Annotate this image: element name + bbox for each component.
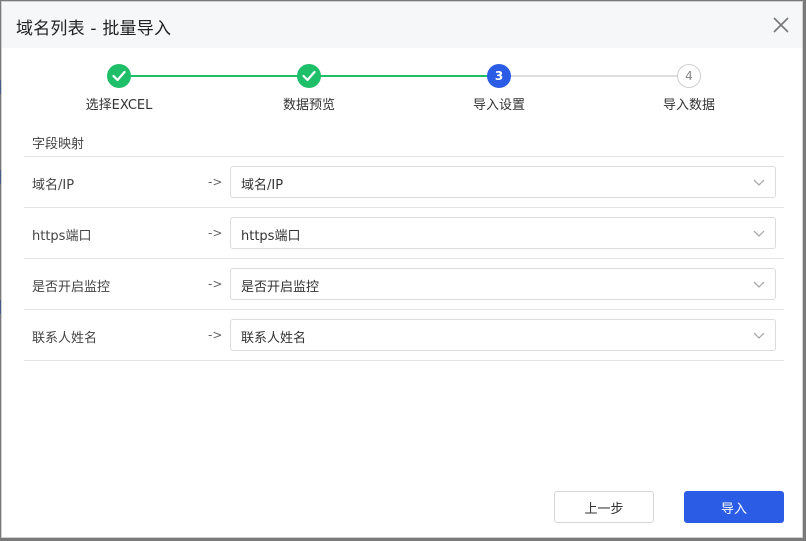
import-button[interactable]: 导入	[684, 491, 784, 523]
select-value: https端口	[241, 229, 301, 244]
mapping-row: 是否开启监控 -> 是否开启监控	[24, 259, 784, 310]
previous-step-button[interactable]: 上一步	[554, 491, 654, 523]
step-import-settings: 3 导入设置	[419, 62, 579, 113]
target-field-select[interactable]: 是否开启监控	[230, 268, 776, 300]
source-field-label: https端口	[32, 229, 92, 244]
field-mapping-table: 域名/IP -> 域名/IP https端口 -> https端口 是否开启监控…	[24, 156, 784, 361]
mapping-row: 联系人姓名 -> 联系人姓名	[24, 310, 784, 361]
chevron-down-icon	[753, 179, 765, 186]
check-icon	[302, 70, 316, 82]
source-field-label: 域名/IP	[32, 178, 75, 193]
close-icon[interactable]	[772, 16, 790, 34]
step-done-badge	[297, 64, 321, 88]
select-value: 域名/IP	[241, 178, 284, 193]
step-number-badge: 3	[487, 64, 511, 88]
step-label: 数据预览	[282, 98, 335, 113]
step-select-excel: 选择EXCEL	[39, 62, 199, 113]
step-label: 导入数据	[662, 98, 715, 113]
mapping-arrow: ->	[208, 328, 223, 342]
mapping-row: https端口 -> https端口	[24, 208, 784, 259]
mapping-arrow: ->	[208, 175, 223, 189]
source-field-label: 是否开启监控	[32, 280, 111, 295]
chevron-down-icon	[753, 332, 765, 339]
mapping-row: 域名/IP -> 域名/IP	[24, 157, 784, 208]
step-number-badge: 4	[677, 64, 701, 88]
chevron-down-icon	[753, 281, 765, 288]
check-icon	[112, 70, 126, 82]
source-field-label: 联系人姓名	[32, 331, 98, 346]
field-mapping-title: 字段映射	[32, 137, 85, 152]
select-value: 联系人姓名	[241, 331, 307, 346]
step-label: 导入设置	[472, 98, 525, 113]
step-import-data: 4 导入数据	[609, 62, 769, 113]
step-indicator: 选择EXCEL 数据预览 3 导入设置 4 导入数据	[2, 62, 802, 118]
step-data-preview: 数据预览	[229, 62, 389, 113]
target-field-select[interactable]: 联系人姓名	[230, 319, 776, 351]
select-value: 是否开启监控	[241, 280, 320, 295]
target-field-select[interactable]: https端口	[230, 217, 776, 249]
dialog-header: 域名列表 - 批量导入	[2, 2, 802, 48]
mapping-arrow: ->	[208, 277, 223, 291]
target-field-select[interactable]: 域名/IP	[230, 166, 776, 198]
chevron-down-icon	[753, 230, 765, 237]
mapping-arrow: ->	[208, 226, 223, 240]
step-label: 选择EXCEL	[85, 98, 153, 113]
import-dialog: 域名列表 - 批量导入 选择EXCEL 数据预览 3 导入设置 4 导入数据 字…	[1, 1, 803, 538]
step-done-badge	[107, 64, 131, 88]
dialog-title: 域名列表 - 批量导入	[16, 19, 172, 39]
